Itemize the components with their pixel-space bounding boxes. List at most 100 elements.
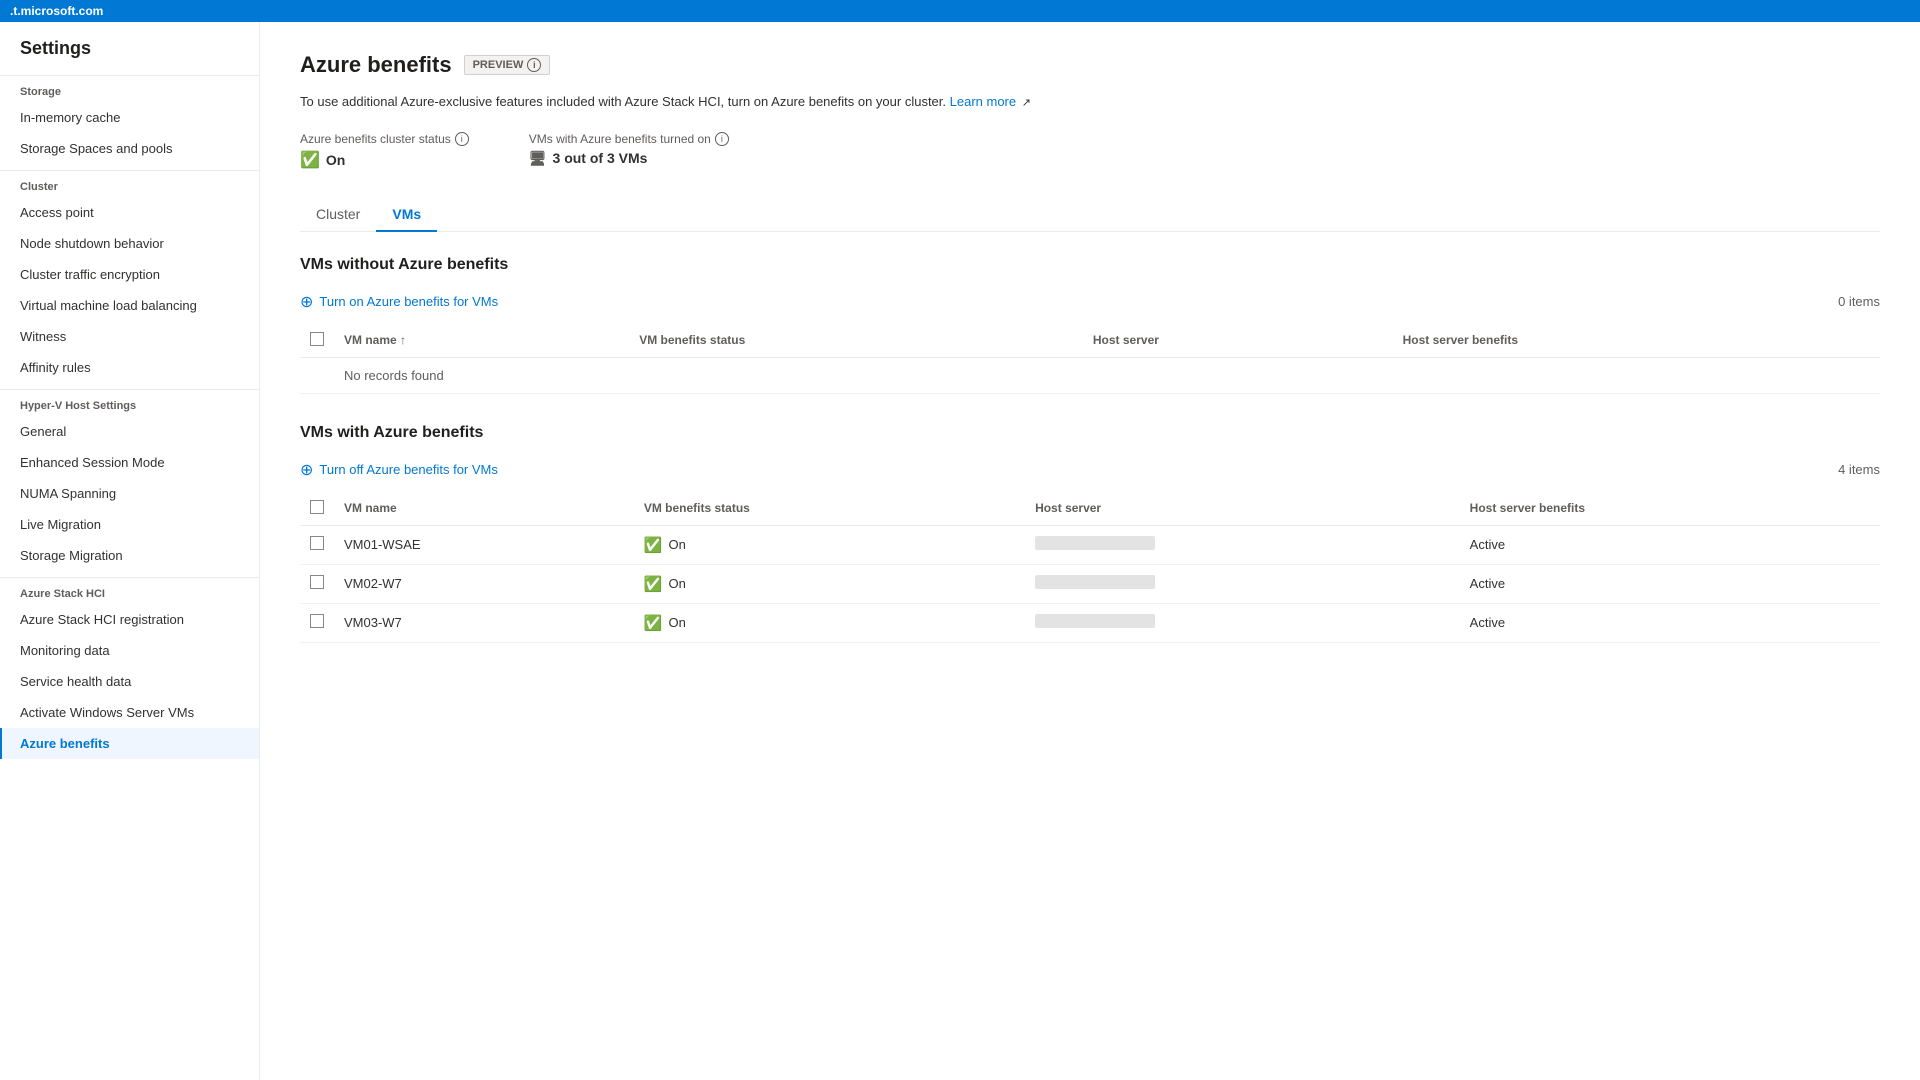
sidebar-item-azure-benefits[interactable]: Azure benefits [0,728,259,759]
vms-without-count: 0 items [1838,294,1880,309]
sidebar-item-node-shutdown[interactable]: Node shutdown behavior [0,228,259,259]
vms-with-title: VMs with Azure benefits [300,424,1880,442]
host-server-cell [1025,603,1460,642]
sidebar-item-monitoring-data[interactable]: Monitoring data [0,635,259,666]
sidebar-item-enhanced-session[interactable]: Enhanced Session Mode [0,447,259,478]
cluster-status-info-icon[interactable]: i [455,132,469,146]
preview-badge: PREVIEW i [464,55,551,75]
preview-label: PREVIEW [473,59,524,71]
vm-benefits-status-header: VM benefits status [629,324,1083,358]
table-row: VM02-W7 ✅ On Active [300,564,1880,603]
sidebar-section-storage: Storage [0,75,259,102]
vm-status-cell: ✅ On [634,564,1025,603]
select-all-checkbox-without[interactable] [310,332,324,346]
sidebar-section-azure-stack: Azure Stack HCI [0,577,259,604]
no-records-cell: No records found [334,357,1880,393]
host-server-col-header: Host server [1025,492,1460,526]
vms-without-action-bar: ⊕ Turn on Azure benefits for VMs 0 items [300,288,1880,316]
row-checkbox-cell [300,603,334,642]
sidebar-item-service-health[interactable]: Service health data [0,666,259,697]
host-benefits-cell: Active [1460,564,1880,603]
sidebar-item-general[interactable]: General [0,416,259,447]
status-check-icon: ✅ [644,614,663,632]
minus-circle-icon: ⊕ [300,460,313,480]
sidebar-item-cluster-traffic[interactable]: Cluster traffic encryption [0,259,259,290]
row-checkbox-2[interactable] [310,614,324,628]
host-server-header: Host server [1083,324,1393,358]
vms-without-table: VM name ↑ VM benefits status Host server… [300,324,1880,394]
vms-with-action-bar: ⊕ Turn off Azure benefits for VMs 4 item… [300,456,1880,484]
status-text: On [669,537,686,552]
sidebar-item-vm-load-balancing[interactable]: Virtual machine load balancing [0,290,259,321]
vms-status-group: VMs with Azure benefits turned on i 🖥 3 … [529,132,729,170]
vm-name-cell: VM01-WSAE [334,525,634,564]
sidebar: Settings Storage In-memory cache Storage… [0,22,260,1080]
turn-on-benefits-button[interactable]: ⊕ Turn on Azure benefits for VMs [300,288,498,316]
vms-without-section: VMs without Azure benefits ⊕ Turn on Azu… [300,256,1880,394]
host-server-redacted [1035,575,1155,589]
sidebar-item-in-memory-cache[interactable]: In-memory cache [0,102,259,133]
host-benefits-cell: Active [1460,603,1880,642]
domain-bar: .t.microsoft.com [0,0,1920,22]
vm-name-col-header: VM name [334,492,634,526]
table-row: VM01-WSAE ✅ On Active [300,525,1880,564]
sidebar-title: Settings [0,22,259,69]
vms-without-header-row: VM name ↑ VM benefits status Host server… [300,324,1880,358]
sidebar-item-azure-stack-reg[interactable]: Azure Stack HCI registration [0,604,259,635]
sidebar-item-activate-windows[interactable]: Activate Windows Server VMs [0,697,259,728]
tab-cluster[interactable]: Cluster [300,198,376,232]
cluster-status-value: ✅ On [300,150,469,170]
status-text: On [669,576,686,591]
row-checkbox-1[interactable] [310,575,324,589]
row-checkbox-0[interactable] [310,536,324,550]
vm-status-cell: ✅ On [634,525,1025,564]
cluster-on-icon: ✅ [300,150,320,170]
table-row: VM03-W7 ✅ On Active [300,603,1880,642]
host-server-benefits-header: Host server benefits [1393,324,1880,358]
page-title: Azure benefits [300,52,452,78]
host-benefits-cell: Active [1460,525,1880,564]
vms-without-title: VMs without Azure benefits [300,256,1880,274]
host-server-cell [1025,525,1460,564]
vms-status-value: 🖥 3 out of 3 VMs [529,150,729,167]
status-text: On [669,615,686,630]
no-records-row: No records found [300,357,1880,393]
tab-bar: Cluster VMs [300,198,1880,232]
host-server-redacted [1035,536,1155,550]
host-server-redacted [1035,614,1155,628]
main-content: Azure benefits PREVIEW i To use addition… [260,22,1920,1080]
tab-vms[interactable]: VMs [376,198,437,232]
vms-status-info-icon[interactable]: i [715,132,729,146]
select-all-checkbox-with[interactable] [310,500,324,514]
vm-name-cell: VM03-W7 [334,603,634,642]
row-checkbox-cell [300,564,334,603]
host-server-cell [1025,564,1460,603]
turn-off-benefits-button[interactable]: ⊕ Turn off Azure benefits for VMs [300,456,498,484]
learn-more-link[interactable]: Learn more [950,94,1016,109]
cluster-status-label: Azure benefits cluster status i [300,132,469,146]
plus-circle-icon: ⊕ [300,292,313,312]
sidebar-item-numa-spanning[interactable]: NUMA Spanning [0,478,259,509]
preview-info-icon[interactable]: i [527,58,541,72]
sidebar-item-live-migration[interactable]: Live Migration [0,509,259,540]
checkbox-col-header-with [300,492,334,526]
status-row: Azure benefits cluster status i ✅ On VMs… [300,132,1880,170]
sidebar-item-storage-migration[interactable]: Storage Migration [0,540,259,571]
page-header: Azure benefits PREVIEW i [300,52,1880,78]
host-server-benefits-col-header: Host server benefits [1460,492,1880,526]
sidebar-item-witness[interactable]: Witness [0,321,259,352]
external-link-icon: ↗ [1022,97,1031,109]
sort-icon[interactable]: ↑ [400,333,406,347]
vms-with-count: 4 items [1838,462,1880,477]
sidebar-section-cluster: Cluster [0,170,259,197]
status-check-icon: ✅ [644,575,663,593]
vms-with-table: VM name VM benefits status Host server H… [300,492,1880,643]
vms-status-label: VMs with Azure benefits turned on i [529,132,729,146]
vm-name-cell: VM02-W7 [334,564,634,603]
sidebar-item-affinity-rules[interactable]: Affinity rules [0,352,259,383]
sidebar-item-access-point[interactable]: Access point [0,197,259,228]
sidebar-section-hyperv: Hyper-V Host Settings [0,389,259,416]
cluster-status-group: Azure benefits cluster status i ✅ On [300,132,469,170]
page-description: To use additional Azure-exclusive featur… [300,92,1880,112]
sidebar-item-storage-spaces[interactable]: Storage Spaces and pools [0,133,259,164]
